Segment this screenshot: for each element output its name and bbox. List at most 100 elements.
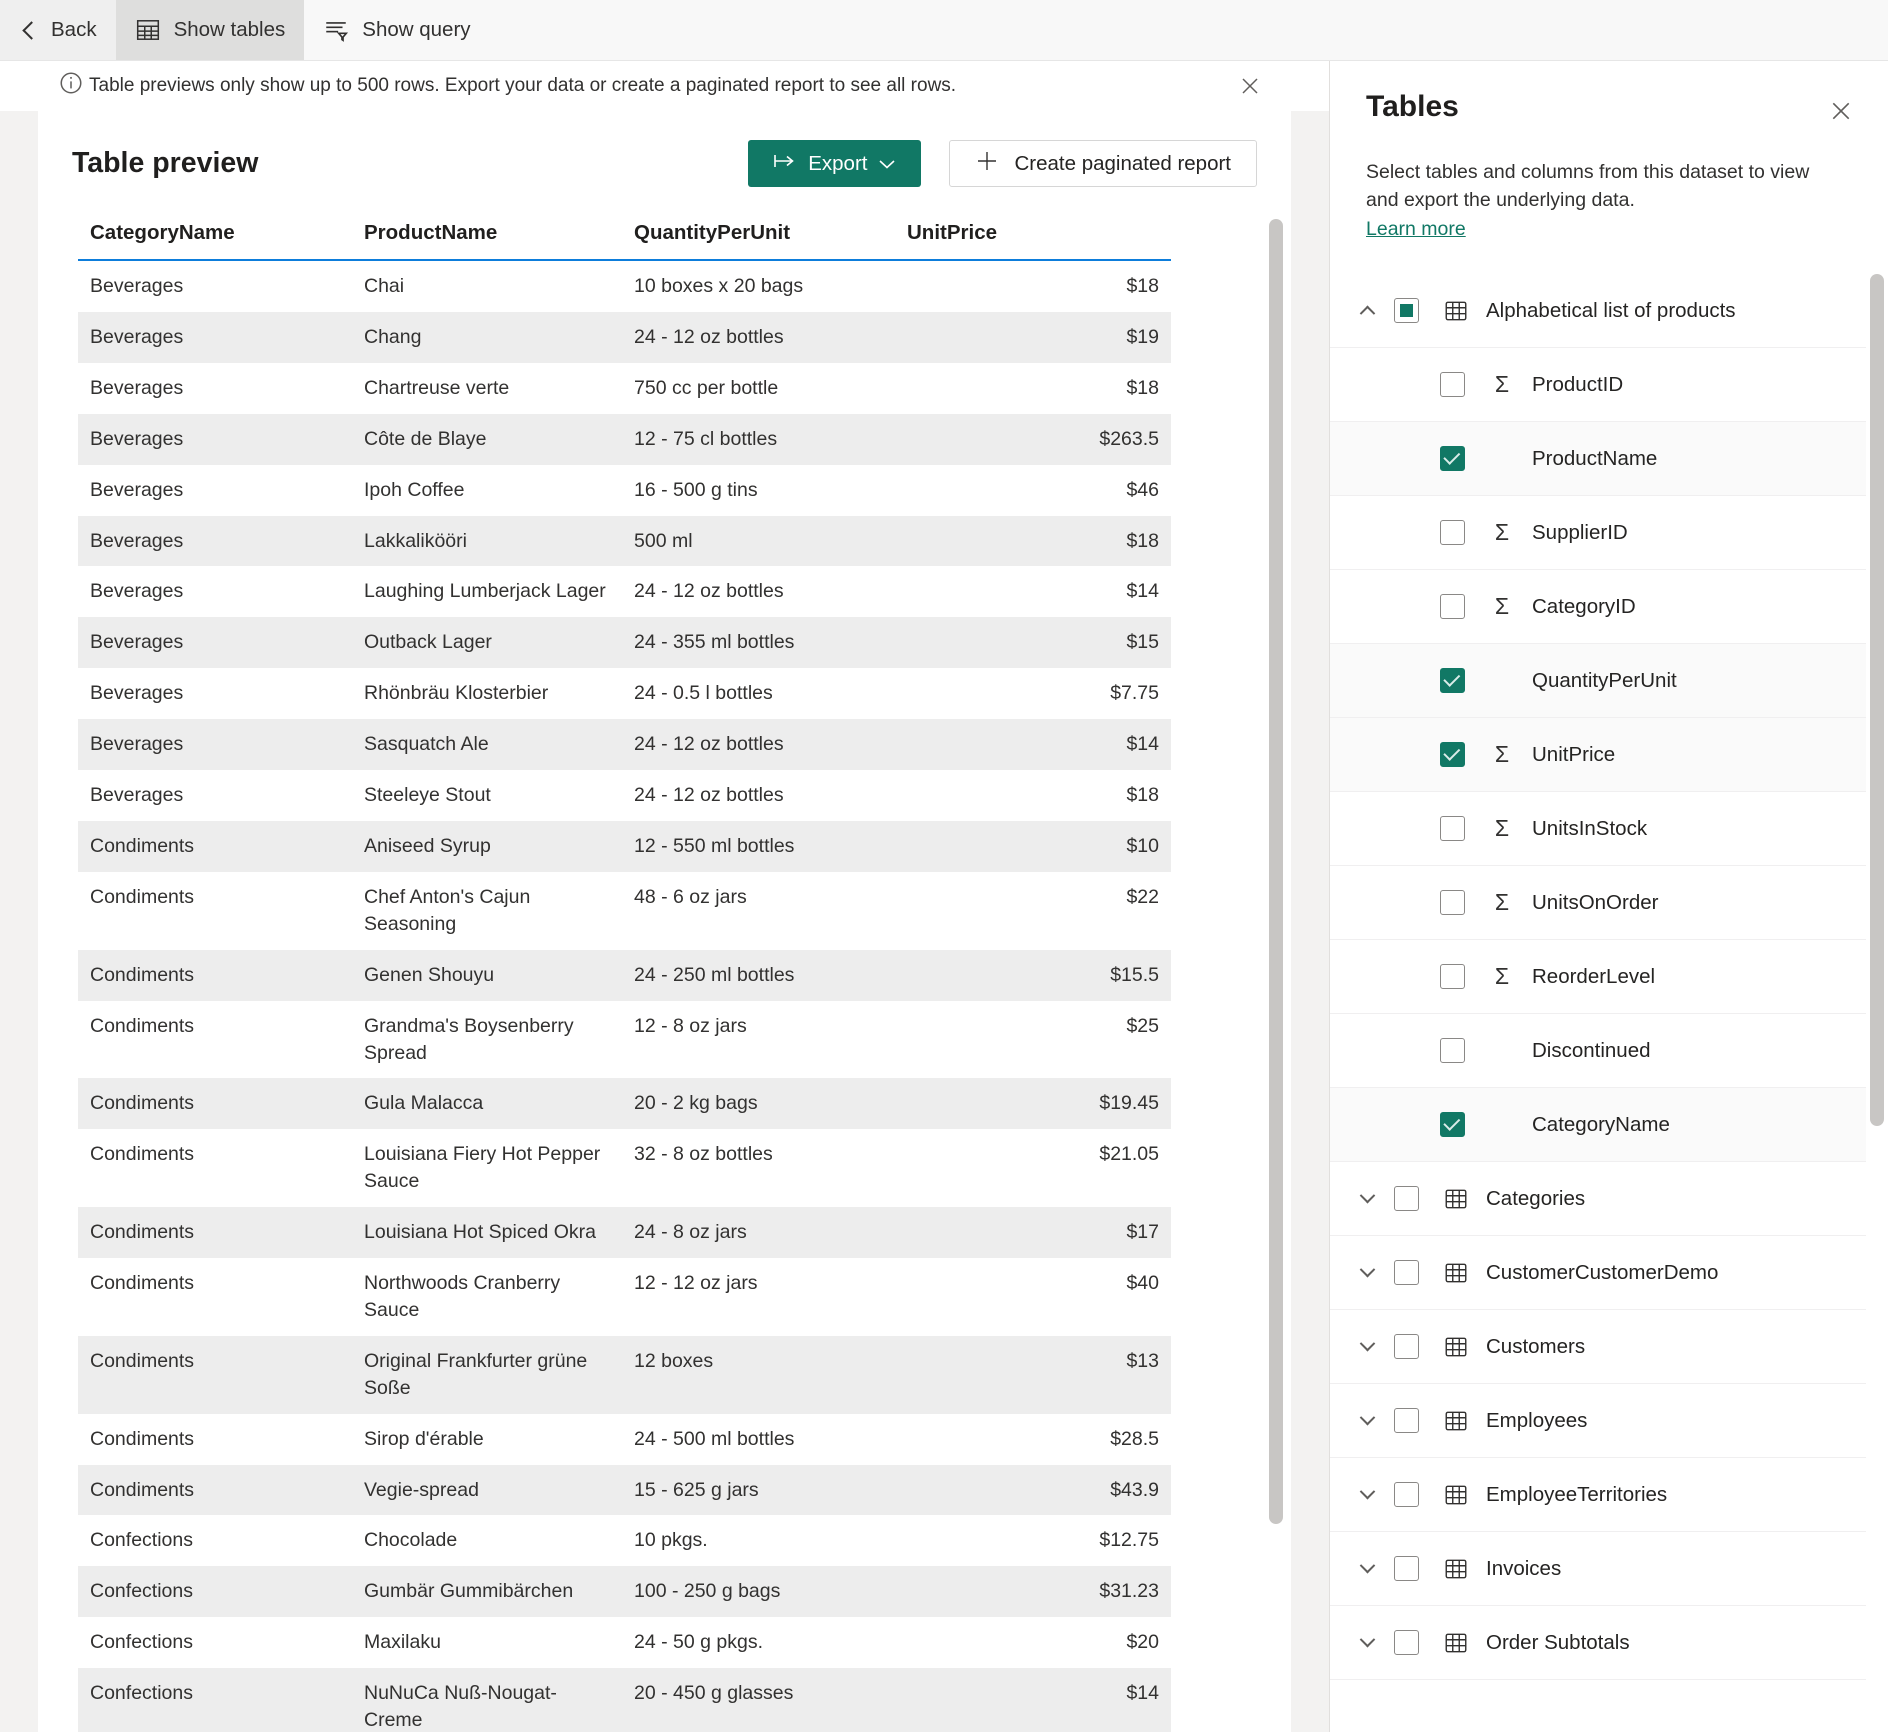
table-grid-icon bbox=[135, 17, 161, 43]
tree-column-checkbox-categoryname[interactable] bbox=[1440, 1112, 1465, 1138]
table-row[interactable]: Beverages Sasquatch Ale 24 - 12 oz bottles… bbox=[78, 719, 1171, 771]
table-row[interactable]: Condiments Genen Shouyu 24 - 250 ml bottle… bbox=[78, 949, 1171, 1001]
table-row[interactable]: Beverages Rhönbräu Klosterbier 24 - 0.5 l … bbox=[78, 668, 1171, 719]
table-row[interactable]: Condiments Louisiana Hot Spiced Okra 24 - … bbox=[78, 1207, 1171, 1259]
table-row[interactable]: Beverages Chang 24 - 12 oz bottles $19 bbox=[78, 311, 1171, 363]
tree-table-row-customers[interactable]: Customers bbox=[1330, 1310, 1866, 1385]
tree-column-checkbox-reorderlevel[interactable] bbox=[1440, 964, 1465, 990]
table-row[interactable]: Condiments Sirop d'érable 24 - 500 ml bott… bbox=[78, 1414, 1171, 1465]
column-header-quantityperunit[interactable]: QuantityPerUnit bbox=[622, 213, 895, 261]
table-cell: $14 bbox=[1126, 580, 1159, 603]
tree-column-row-reorderlevel[interactable]: Σ ReorderLevel bbox=[1330, 940, 1866, 1015]
chevron-down-icon[interactable] bbox=[1354, 1334, 1380, 1360]
table-row[interactable]: Condiments Aniseed Syrup 12 - 550 ml bottl… bbox=[78, 820, 1171, 872]
table-row[interactable]: Beverages Chartreuse verte 750 cc per bott… bbox=[78, 363, 1171, 414]
tree-table-label: Order Subtotals bbox=[1486, 1630, 1630, 1654]
column-header-unitprice[interactable]: UnitPrice bbox=[895, 213, 1171, 261]
table-cell: 12 - 75 cl bottles bbox=[634, 427, 778, 450]
table-row[interactable]: Condiments Northwoods Cranberry Sauce 12 -… bbox=[78, 1258, 1171, 1336]
show-query-button[interactable]: Show query bbox=[304, 0, 489, 60]
back-button[interactable]: Back bbox=[0, 0, 116, 60]
tree-column-row-quantityperunit[interactable]: Σ QuantityPerUnit bbox=[1330, 644, 1866, 719]
tree-column-row-productname[interactable]: Σ ProductName bbox=[1330, 422, 1866, 497]
table-cell: 32 - 8 oz bottles bbox=[634, 1143, 773, 1166]
chevron-down-icon[interactable] bbox=[1354, 1630, 1380, 1656]
table-cell: 24 - 500 ml bottles bbox=[634, 1427, 795, 1450]
tree-table-row-order-subtotals[interactable]: Order Subtotals bbox=[1330, 1606, 1866, 1681]
tree-column-checkbox-quantityperunit[interactable] bbox=[1440, 668, 1465, 694]
column-header-categoryname[interactable]: CategoryName bbox=[78, 213, 352, 261]
tree-table-row-employees[interactable]: Employees bbox=[1330, 1384, 1866, 1459]
tree-table-row-customercustomerdemo[interactable]: CustomerCustomerDemo bbox=[1330, 1236, 1866, 1311]
main-scrollbar-thumb[interactable] bbox=[1269, 219, 1283, 1524]
table-cell: 24 - 12 oz bottles bbox=[634, 733, 784, 756]
table-row[interactable]: Beverages Chai 10 boxes x 20 bags $18 bbox=[78, 260, 1171, 312]
tree-table-checkbox-customercustomerdemo[interactable] bbox=[1394, 1260, 1419, 1286]
table-row[interactable]: Beverages Côte de Blaye 12 - 75 cl bottles… bbox=[78, 413, 1171, 465]
table-row[interactable]: Condiments Chef Anton's Cajun Seasoning 48… bbox=[78, 872, 1171, 950]
notification-close-icon[interactable] bbox=[1233, 69, 1267, 103]
tree-table-row-invoices[interactable]: Invoices bbox=[1330, 1532, 1866, 1607]
panel-scrollbar-thumb[interactable] bbox=[1870, 274, 1884, 1127]
table-row[interactable]: Beverages Ipoh Coffee 16 - 500 g tins $46 bbox=[78, 465, 1171, 516]
tree-table-checkbox-employees[interactable] bbox=[1394, 1408, 1419, 1434]
tree-column-row-unitprice[interactable]: Σ UnitPrice bbox=[1330, 718, 1866, 793]
tree-table-checkbox-alphabetical-list-of-products[interactable] bbox=[1394, 298, 1419, 324]
table-row[interactable]: Beverages Lakkalikööri 500 ml $18 bbox=[78, 515, 1171, 567]
tree-column-checkbox-supplierid[interactable] bbox=[1440, 520, 1465, 546]
tree-table-checkbox-categories[interactable] bbox=[1394, 1186, 1419, 1212]
tree-table-checkbox-customers[interactable] bbox=[1394, 1334, 1419, 1360]
table-row[interactable]: Beverages Steeleye Stout 24 - 12 oz bottle… bbox=[78, 770, 1171, 821]
tree-column-row-discontinued[interactable]: Σ Discontinued bbox=[1330, 1014, 1866, 1089]
column-header-productname[interactable]: ProductName bbox=[352, 213, 622, 261]
tree-column-row-categoryname[interactable]: Σ CategoryName bbox=[1330, 1088, 1866, 1163]
table-row[interactable]: Confections NuNuCa Nuß-Nougat-Creme 20 - 4… bbox=[78, 1668, 1171, 1732]
table-row[interactable]: Confections Chocolade 10 pkgs. $12.75 bbox=[78, 1515, 1171, 1566]
table-row[interactable]: Condiments Gula Malacca 20 - 2 kg bags $19.… bbox=[78, 1078, 1171, 1130]
tree-column-row-unitsinstock[interactable]: Σ UnitsInStock bbox=[1330, 792, 1866, 867]
tree-table-row-employeeterritories[interactable]: EmployeeTerritories bbox=[1330, 1458, 1866, 1533]
chevron-down-icon[interactable] bbox=[1354, 1260, 1380, 1286]
tree-table-checkbox-order-subtotals[interactable] bbox=[1394, 1630, 1419, 1656]
tree-column-checkbox-discontinued[interactable] bbox=[1440, 1038, 1465, 1064]
export-button[interactable]: Export bbox=[748, 140, 922, 187]
chevron-down-icon[interactable] bbox=[1354, 1482, 1380, 1508]
table-row[interactable]: Beverages Laughing Lumberjack Lager 24 - 1… bbox=[78, 566, 1171, 617]
tree-column-checkbox-unitsinstock[interactable] bbox=[1440, 816, 1465, 842]
tree-column-row-productid[interactable]: Σ ProductID bbox=[1330, 348, 1866, 423]
sigma-measure-icon: Σ bbox=[1494, 889, 1510, 916]
tree-column-row-unitsonorder[interactable]: Σ UnitsOnOrder bbox=[1330, 866, 1866, 941]
panel-vertical-scrollbar[interactable] bbox=[1870, 274, 1884, 1732]
create-paginated-report-button[interactable]: Create paginated report bbox=[949, 140, 1257, 187]
table-row[interactable]: Confections Maxilaku 24 - 50 g pkgs. $20 bbox=[78, 1617, 1171, 1668]
table-row[interactable]: Condiments Vegie-spread 15 - 625 g jars $43… bbox=[78, 1464, 1171, 1516]
table-row[interactable]: Confections Gumbär Gummibärchen 100 - 250 … bbox=[78, 1566, 1171, 1618]
tree-column-checkbox-categoryid[interactable] bbox=[1440, 594, 1465, 620]
tree-table-checkbox-invoices[interactable] bbox=[1394, 1556, 1419, 1582]
tree-column-row-categoryid[interactable]: Σ CategoryID bbox=[1330, 570, 1866, 645]
tree-table-checkbox-employeeterritories[interactable] bbox=[1394, 1482, 1419, 1508]
table-cell: $17 bbox=[1126, 1221, 1159, 1244]
tree-column-row-supplierid[interactable]: Σ SupplierID bbox=[1330, 496, 1866, 571]
panel-close-icon[interactable] bbox=[1822, 92, 1860, 130]
chevron-down-icon[interactable] bbox=[1354, 1408, 1380, 1434]
table-row[interactable]: Condiments Grandma's Boysenberry Spread 12… bbox=[78, 1001, 1171, 1079]
table-cell: $10 bbox=[1126, 834, 1159, 857]
tree-table-row-alphabetical-list-of-products[interactable]: Alphabetical list of products bbox=[1330, 274, 1866, 349]
back-button-label: Back bbox=[51, 18, 97, 41]
table-row[interactable]: Condiments Original Frankfurter grüne Soß… bbox=[78, 1335, 1171, 1414]
table-row[interactable]: Condiments Louisiana Fiery Hot Pepper Sau… bbox=[78, 1129, 1171, 1207]
chevron-up-icon[interactable] bbox=[1354, 298, 1380, 324]
tree-column-checkbox-productid[interactable] bbox=[1440, 372, 1465, 398]
chevron-down-icon[interactable] bbox=[1354, 1556, 1380, 1582]
table-cell: $22 bbox=[1126, 885, 1159, 908]
table-row[interactable]: Beverages Outback Lager 24 - 355 ml bottle… bbox=[78, 617, 1171, 669]
tree-column-checkbox-unitsonorder[interactable] bbox=[1440, 890, 1465, 916]
show-tables-button[interactable]: Show tables bbox=[115, 0, 305, 60]
chevron-down-icon[interactable] bbox=[1354, 1186, 1380, 1212]
tree-table-row-categories[interactable]: Categories bbox=[1330, 1162, 1866, 1237]
tree-column-checkbox-productname[interactable] bbox=[1440, 446, 1465, 472]
main-vertical-scrollbar[interactable] bbox=[1269, 219, 1283, 1524]
tree-column-checkbox-unitprice[interactable] bbox=[1440, 742, 1465, 768]
learn-more-link[interactable]: Learn more bbox=[1366, 216, 1466, 244]
